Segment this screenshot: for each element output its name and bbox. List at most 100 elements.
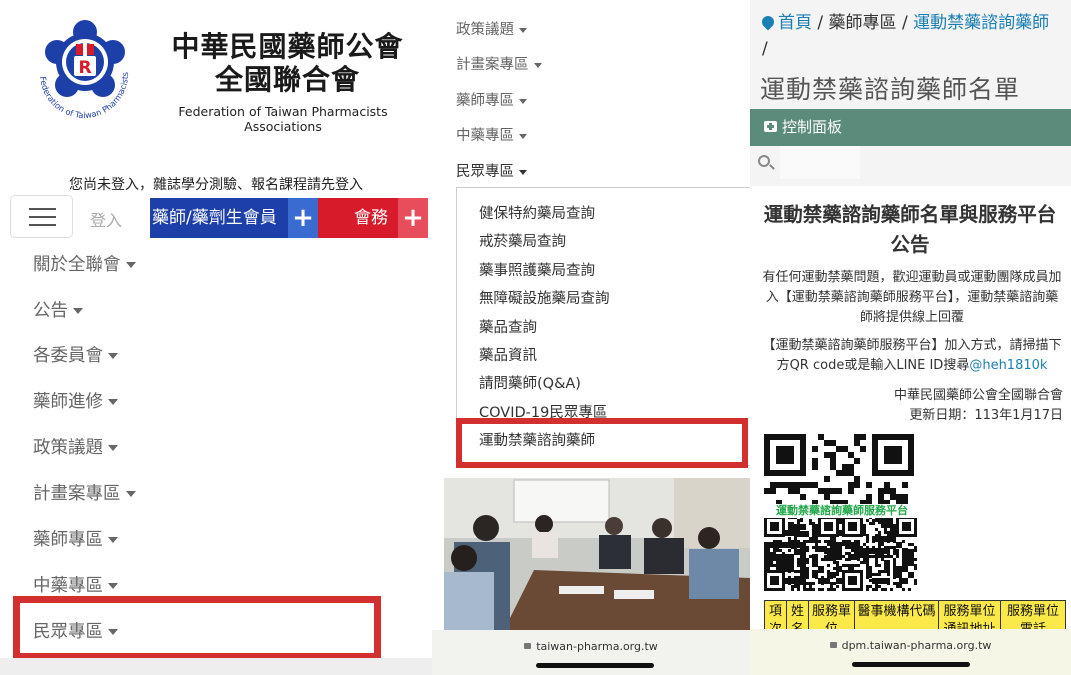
duty-plus-button[interactable]: + (398, 198, 428, 238)
caret-down-icon (108, 445, 118, 451)
menu-item-pharmacist[interactable]: 藥師專區 (33, 526, 118, 551)
map-pin-icon (759, 13, 777, 31)
menu-item-public[interactable]: 民眾專區 (456, 160, 527, 181)
search-input[interactable] (780, 146, 860, 179)
org-name-zh: 中華民國藥師公會 全國聯合會 (150, 30, 425, 96)
url-text-wrap: taiwan-pharma.org.tw (432, 640, 750, 653)
duty-button[interactable]: 會務 (318, 198, 398, 238)
caret-down-icon (73, 308, 83, 314)
card-title: 運動禁藥諮詢藥師名單與服務平台公告 (763, 203, 1057, 256)
lock-icon (829, 642, 837, 648)
menu-item-label: 關於全聯會 (33, 255, 121, 275)
menu-item-chinese-medicine[interactable]: 中藥專區 (456, 124, 527, 145)
home-indicator (852, 662, 970, 667)
member-login-button[interactable]: 藥師/藥劑生會員 (150, 198, 288, 238)
menu-item-label: 中藥專區 (33, 576, 103, 596)
qr-caption: 運動禁藥諮詢藥師服務平台 (764, 504, 920, 518)
caret-down-icon (108, 537, 118, 543)
login-link[interactable]: 登入 (90, 207, 122, 231)
federation-logo: Federation of Taiwan Pharmacists Associa… (22, 12, 130, 120)
lock-icon (524, 643, 532, 649)
breadcrumb-home[interactable]: 首頁 (778, 13, 812, 33)
announcement-paragraph-2: 【運動禁藥諮詢藥師服務平台】加入方式，請掃描下方QR code或是輸入LINE … (760, 336, 1064, 376)
medical-kit-icon (764, 121, 777, 132)
caret-down-icon (519, 133, 527, 139)
announcement-paragraph-1: 有任何運動禁藥問題，歡迎運動員或運動團隊成員加入【運動禁藥諮詢藥師服務平台】，運… (762, 270, 1062, 325)
menu-item-committees[interactable]: 各委員會 (33, 342, 118, 367)
search-icon[interactable] (758, 155, 770, 167)
org-name-en: Federation of Taiwan Pharmacists Associa… (178, 104, 388, 134)
menu-item-chinese-medicine[interactable]: 中藥專區 (33, 572, 118, 597)
dropdown-item[interactable]: 藥事照護藥局查詢 (479, 259, 595, 280)
caret-down-icon (108, 399, 118, 405)
highlight-box-public (13, 596, 381, 660)
menu-item-label: 公告 (33, 301, 68, 321)
caret-down-icon (533, 62, 542, 68)
dropdown-item[interactable]: 藥品資訊 (479, 344, 537, 365)
caret-down-icon (519, 98, 527, 104)
org-name-line1: 中華民國藥師公會 (171, 30, 404, 63)
caret-down-icon (108, 583, 118, 589)
dropdown-item[interactable]: 藥品查詢 (479, 316, 537, 337)
home-indicator (536, 663, 654, 668)
url-text: taiwan-pharma.org.tw (536, 640, 658, 653)
menu-item-label: 中藥專區 (456, 128, 514, 144)
page-title: 運動禁藥諮詢藥師名單 (760, 75, 1021, 104)
url-text: dpm.taiwan-pharma.org.tw (841, 639, 992, 652)
dropdown-item[interactable]: 無障礙設施藥局查詢 (479, 287, 610, 308)
breadcrumb-trailing: / (762, 39, 768, 59)
panel-homepage: Federation of Taiwan Pharmacists Associa… (0, 0, 432, 675)
menu-item-label: 計畫案專區 (33, 484, 121, 504)
menu-item-label: 政策議題 (456, 22, 514, 38)
org-name-line2: 全國聯合會 (214, 63, 360, 96)
caret-down-icon (519, 169, 527, 175)
menu-item-about[interactable]: 關於全聯會 (33, 251, 136, 276)
breadcrumb: 首頁 / 藥師專區 / 運動禁藥諮詢藥師 / (759, 10, 1067, 62)
menu-item-projects[interactable]: 計畫案專區 (33, 480, 136, 505)
browser-url-bar[interactable]: taiwan-pharma.org.tw (432, 630, 750, 675)
caret-down-icon (108, 353, 118, 359)
menu-item-label: 計畫案專區 (456, 57, 529, 73)
caret-down-icon (125, 262, 136, 268)
url-text-wrap: dpm.taiwan-pharma.org.tw (750, 639, 1071, 652)
caret-down-icon (519, 27, 527, 33)
announcement-card: 運動禁藥諮詢藥師名單與服務平台公告 有任何運動禁藥問題，歡迎運動員或運動團隊成員… (750, 186, 1071, 675)
search-row (750, 146, 1071, 179)
bottom-strip (0, 658, 432, 675)
hamburger-line (29, 208, 56, 210)
breadcrumb-sep: / (812, 13, 829, 33)
menu-item-announcements[interactable]: 公告 (33, 297, 83, 322)
menu-item-label: 民眾專區 (456, 164, 514, 180)
panel-doping-list: 首頁 / 藥師專區 / 運動禁藥諮詢藥師 / 運動禁藥諮詢藥師名單 控制面板 運動… (750, 0, 1071, 675)
dropdown-item[interactable]: 戒菸藥局查詢 (479, 230, 566, 251)
dropdown-item[interactable]: 請問藥師(Q&A) (479, 372, 581, 393)
browser-url-bar[interactable]: dpm.taiwan-pharma.org.tw (750, 629, 1071, 675)
highlight-box-sports-doping (456, 418, 748, 468)
caret-down-icon (125, 491, 136, 497)
breadcrumb-sep: / (896, 13, 914, 33)
menu-item-label: 藥師專區 (456, 93, 514, 109)
menu-item-label: 藥師專區 (33, 530, 103, 550)
breadcrumb-current[interactable]: 運動禁藥諮詢藥師 (913, 13, 1049, 33)
menu-item-policy[interactable]: 政策議題 (33, 434, 118, 459)
menu-item-label: 政策議題 (33, 438, 103, 458)
hamburger-menu-button[interactable] (10, 195, 73, 238)
publisher: 中華民國藥師公會全國聯合會 (893, 388, 1063, 403)
panel-dropdown: 政策議題 計畫案專區 藥師專區 中藥專區 民眾專區 健保特約藥局查詢 戒菸藥局查… (432, 0, 750, 675)
menu-item-policy[interactable]: 政策議題 (456, 18, 527, 39)
control-panel-bar[interactable]: 控制面板 (750, 109, 1071, 146)
menu-item-projects[interactable]: 計畫案專區 (456, 53, 542, 74)
update-date: 更新日期：113年1月17日 (909, 408, 1063, 423)
menu-item-education[interactable]: 藥師進修 (33, 388, 118, 413)
svg-text:R: R (78, 58, 91, 78)
member-plus-button[interactable]: + (288, 198, 318, 238)
qr-code[interactable]: 運動禁藥諮詢藥師服務平台 (764, 434, 920, 592)
dropdown-item[interactable]: 健保特約藥局查詢 (479, 202, 595, 223)
meeting-photo (444, 478, 750, 630)
menu-item-pharmacist[interactable]: 藥師專區 (456, 89, 527, 110)
control-panel-label: 控制面板 (782, 118, 843, 136)
line-id-link[interactable]: @heh1810k (969, 358, 1047, 373)
menu-item-label: 各委員會 (33, 346, 103, 366)
menu-item-label: 藥師進修 (33, 392, 103, 412)
breadcrumb-section[interactable]: 藥師專區 (829, 13, 897, 33)
